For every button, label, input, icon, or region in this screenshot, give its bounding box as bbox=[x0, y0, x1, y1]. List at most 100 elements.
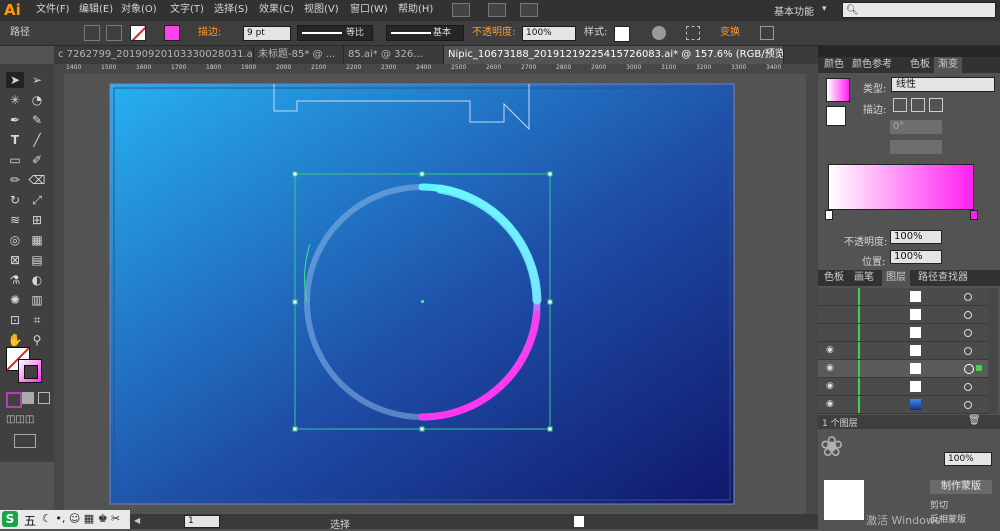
mask-opacity-input[interactable]: 100% bbox=[944, 452, 992, 466]
curvature-tool-icon[interactable]: ✎ bbox=[28, 112, 46, 128]
stroke-within-icon[interactable] bbox=[893, 98, 907, 112]
blend-tool-icon[interactable]: ◐ bbox=[28, 272, 46, 288]
graph-tool-icon[interactable]: ▥ bbox=[28, 292, 46, 308]
eye-icon[interactable]: ◉ bbox=[826, 381, 834, 391]
tab-swatches-2[interactable]: 色板 bbox=[820, 270, 848, 286]
chevron-down-icon[interactable]: ▾ bbox=[822, 4, 827, 14]
layers-scrollbar[interactable] bbox=[988, 288, 998, 414]
paintbrush-icon[interactable]: ✐ bbox=[28, 152, 46, 168]
gradient-tool-icon[interactable]: ▤ bbox=[28, 252, 46, 268]
slice-tool-icon[interactable]: ⌗ bbox=[28, 312, 46, 328]
bridge-icon[interactable] bbox=[452, 3, 470, 17]
ime-logo-icon[interactable]: S bbox=[2, 511, 18, 527]
stroke-color-box[interactable] bbox=[18, 359, 42, 383]
color-mode-icon[interactable] bbox=[6, 392, 22, 408]
menu-view[interactable]: 视图(V) bbox=[304, 3, 339, 17]
gradient-mode-icon[interactable] bbox=[22, 392, 34, 404]
make-mask-button[interactable]: 制作蒙版 bbox=[930, 480, 992, 494]
gradient-stop-end[interactable] bbox=[970, 210, 978, 220]
tab-color[interactable]: 颜色 bbox=[820, 57, 848, 73]
tab-color-guide[interactable]: 颜色参考 bbox=[848, 57, 896, 73]
gradient-slider[interactable] bbox=[828, 164, 974, 210]
layer-row[interactable] bbox=[818, 288, 988, 306]
direct-selection-tool-icon[interactable]: ➢ bbox=[28, 72, 46, 88]
align-icon[interactable] bbox=[106, 25, 122, 41]
pen-tool-icon[interactable]: ✒ bbox=[6, 112, 24, 128]
ime-tools-icons[interactable]: ☾ •, ☺ ▦ ♚ ✂ bbox=[42, 512, 120, 525]
draw-mode-icon[interactable]: ◫◫◫ bbox=[6, 414, 46, 428]
zoom-tool-icon[interactable]: ⚲ bbox=[28, 332, 46, 348]
scale-tool-icon[interactable]: ⤢ bbox=[28, 192, 46, 208]
type-tool-icon[interactable]: T bbox=[6, 132, 24, 148]
line-tool-icon[interactable]: ╱ bbox=[28, 132, 46, 148]
artboard-tool-icon[interactable]: ⊡ bbox=[6, 312, 24, 328]
tab-gradient[interactable]: 渐变 bbox=[934, 57, 962, 73]
align-to-icon[interactable] bbox=[686, 26, 700, 40]
artboard-svg[interactable] bbox=[64, 74, 806, 514]
clip-checkbox[interactable]: 剪切 bbox=[930, 498, 948, 511]
fill-swatch[interactable] bbox=[130, 25, 146, 41]
document-tab[interactable]: c 7262799_20190920103330028031.ai* ... bbox=[54, 46, 254, 64]
tab-pathfinder[interactable]: 路径查找器 bbox=[914, 270, 972, 286]
free-transform-icon[interactable]: ⊞ bbox=[28, 212, 46, 228]
help-search-input[interactable]: 🔍︎ bbox=[842, 2, 996, 18]
tab-layers[interactable]: 图层 bbox=[882, 270, 910, 286]
menu-file[interactable]: 文件(F) bbox=[36, 3, 70, 17]
stop-location-input[interactable]: 100% bbox=[890, 250, 942, 264]
eye-icon[interactable]: ◉ bbox=[826, 363, 834, 373]
symbol-sprayer-icon[interactable]: ✺ bbox=[6, 292, 24, 308]
menu-object[interactable]: 对象(O) bbox=[121, 3, 157, 17]
gradient-type-select[interactable]: 线性 bbox=[891, 77, 995, 92]
opacity-input[interactable]: 100% bbox=[522, 26, 576, 41]
menu-select[interactable]: 选择(S) bbox=[214, 3, 248, 17]
tab-brushes[interactable]: 画笔 bbox=[850, 270, 878, 286]
gradient-stop-start[interactable] bbox=[825, 210, 833, 220]
gradient-preview-swatch[interactable] bbox=[826, 78, 850, 102]
eyedropper-icon[interactable]: ⚗ bbox=[6, 272, 24, 288]
layer-row[interactable]: ◉ bbox=[818, 378, 988, 396]
fill-stroke-indicator[interactable] bbox=[826, 106, 846, 126]
mesh-tool-icon[interactable]: ⊠ bbox=[6, 252, 24, 268]
rectangle-tool-icon[interactable]: ▭ bbox=[6, 152, 24, 168]
menu-edit[interactable]: 编辑(E) bbox=[79, 3, 113, 17]
isolate-icon[interactable] bbox=[84, 25, 100, 41]
perspective-grid-icon[interactable]: ▦ bbox=[28, 232, 46, 248]
pencil-icon[interactable]: ✏ bbox=[6, 172, 24, 188]
ime-mode-label[interactable]: 五 bbox=[24, 512, 36, 529]
variable-width-profile[interactable]: 等比 bbox=[297, 25, 373, 41]
opacity-label[interactable]: 不透明度: bbox=[472, 27, 515, 39]
none-mode-icon[interactable] bbox=[38, 392, 50, 404]
workspace-switcher[interactable]: 基本功能 bbox=[774, 3, 814, 18]
hand-tool-icon[interactable]: ✋ bbox=[6, 332, 24, 348]
stroke-swatch[interactable] bbox=[164, 25, 180, 41]
tab-swatches[interactable]: 色板 bbox=[906, 57, 934, 73]
first-artboard-icon[interactable]: ◀ bbox=[134, 516, 144, 526]
selection-tool-icon[interactable]: ➤ bbox=[6, 72, 24, 88]
artboard-number-input[interactable]: 1 bbox=[184, 515, 220, 528]
vertical-scrollbar[interactable] bbox=[806, 64, 818, 514]
gpu-icon[interactable] bbox=[520, 3, 538, 17]
arrange-documents-icon[interactable] bbox=[488, 3, 506, 17]
menu-window[interactable]: 窗口(W) bbox=[350, 3, 388, 17]
document-tab[interactable]: 85.ai* @ 326... bbox=[344, 46, 444, 64]
trash-icon[interactable]: 🗑︎ bbox=[968, 415, 981, 426]
stroke-along-icon[interactable] bbox=[911, 98, 925, 112]
stroke-across-icon[interactable] bbox=[929, 98, 943, 112]
eye-icon[interactable]: ◉ bbox=[826, 399, 834, 409]
rotate-tool-icon[interactable]: ↻ bbox=[6, 192, 24, 208]
layer-row[interactable]: ◉ bbox=[818, 396, 988, 414]
angle-input[interactable]: 0° bbox=[890, 120, 942, 134]
magic-wand-icon[interactable]: ✳ bbox=[6, 92, 24, 108]
layer-row[interactable]: ◉ bbox=[818, 342, 988, 360]
brush-definition[interactable]: 基本 bbox=[386, 25, 464, 41]
document-tab[interactable]: 未标题-85* @ ... bbox=[254, 46, 344, 64]
stop-opacity-input[interactable]: 100% bbox=[890, 230, 942, 244]
lasso-icon[interactable]: ◔ bbox=[28, 92, 46, 108]
mask-thumbnail[interactable] bbox=[824, 480, 864, 520]
layer-row[interactable] bbox=[818, 306, 988, 324]
recolor-icon[interactable] bbox=[652, 26, 666, 40]
stroke-weight-input[interactable]: 9 pt bbox=[243, 26, 291, 41]
transform-link[interactable]: 变换 bbox=[720, 27, 740, 39]
stroke-label[interactable]: 描边: bbox=[198, 27, 221, 39]
graphic-style-swatch[interactable] bbox=[614, 26, 630, 42]
